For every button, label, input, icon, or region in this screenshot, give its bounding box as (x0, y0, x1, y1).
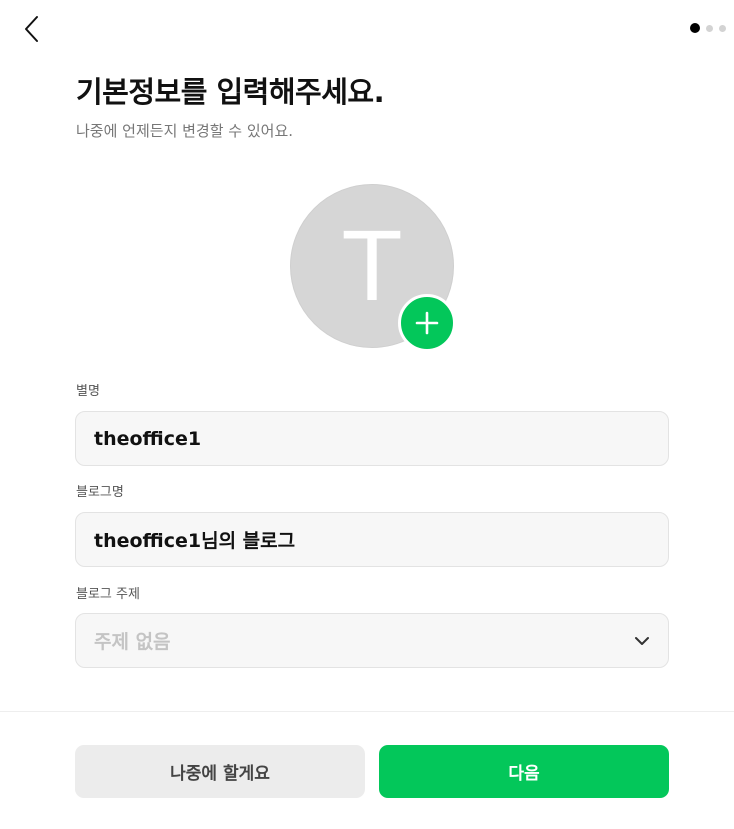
blog-topic-selected-value: 주제 없음 (94, 631, 171, 653)
page-dot-active (690, 23, 700, 33)
next-button[interactable]: 다음 (379, 745, 669, 798)
back-button[interactable] (18, 12, 48, 46)
page-subtitle: 나중에 언제든지 변경할 수 있어요. (76, 122, 294, 140)
chevron-down-icon (635, 636, 649, 645)
page-dot (719, 24, 726, 32)
chevron-left-icon (25, 16, 38, 42)
plus-icon (415, 311, 439, 335)
avatar-initial: T (341, 210, 403, 322)
later-button[interactable]: 나중에 할게요 (75, 745, 365, 798)
nickname-label: 별명 (76, 384, 100, 399)
blog-name-input[interactable] (94, 528, 650, 551)
page-indicator (690, 23, 726, 33)
footer-divider (0, 711, 734, 712)
blog-topic-select[interactable]: 주제 없음 (75, 613, 669, 668)
add-photo-button[interactable] (398, 294, 456, 352)
blog-topic-label: 블로그 주제 (76, 587, 140, 602)
page-dot (706, 24, 713, 32)
blog-name-label: 블로그명 (76, 485, 124, 500)
nickname-field[interactable] (75, 411, 669, 466)
nickname-input[interactable] (94, 427, 650, 450)
page-title: 기본정보를 입력해주세요. (76, 75, 385, 109)
blog-name-field[interactable] (75, 512, 669, 567)
